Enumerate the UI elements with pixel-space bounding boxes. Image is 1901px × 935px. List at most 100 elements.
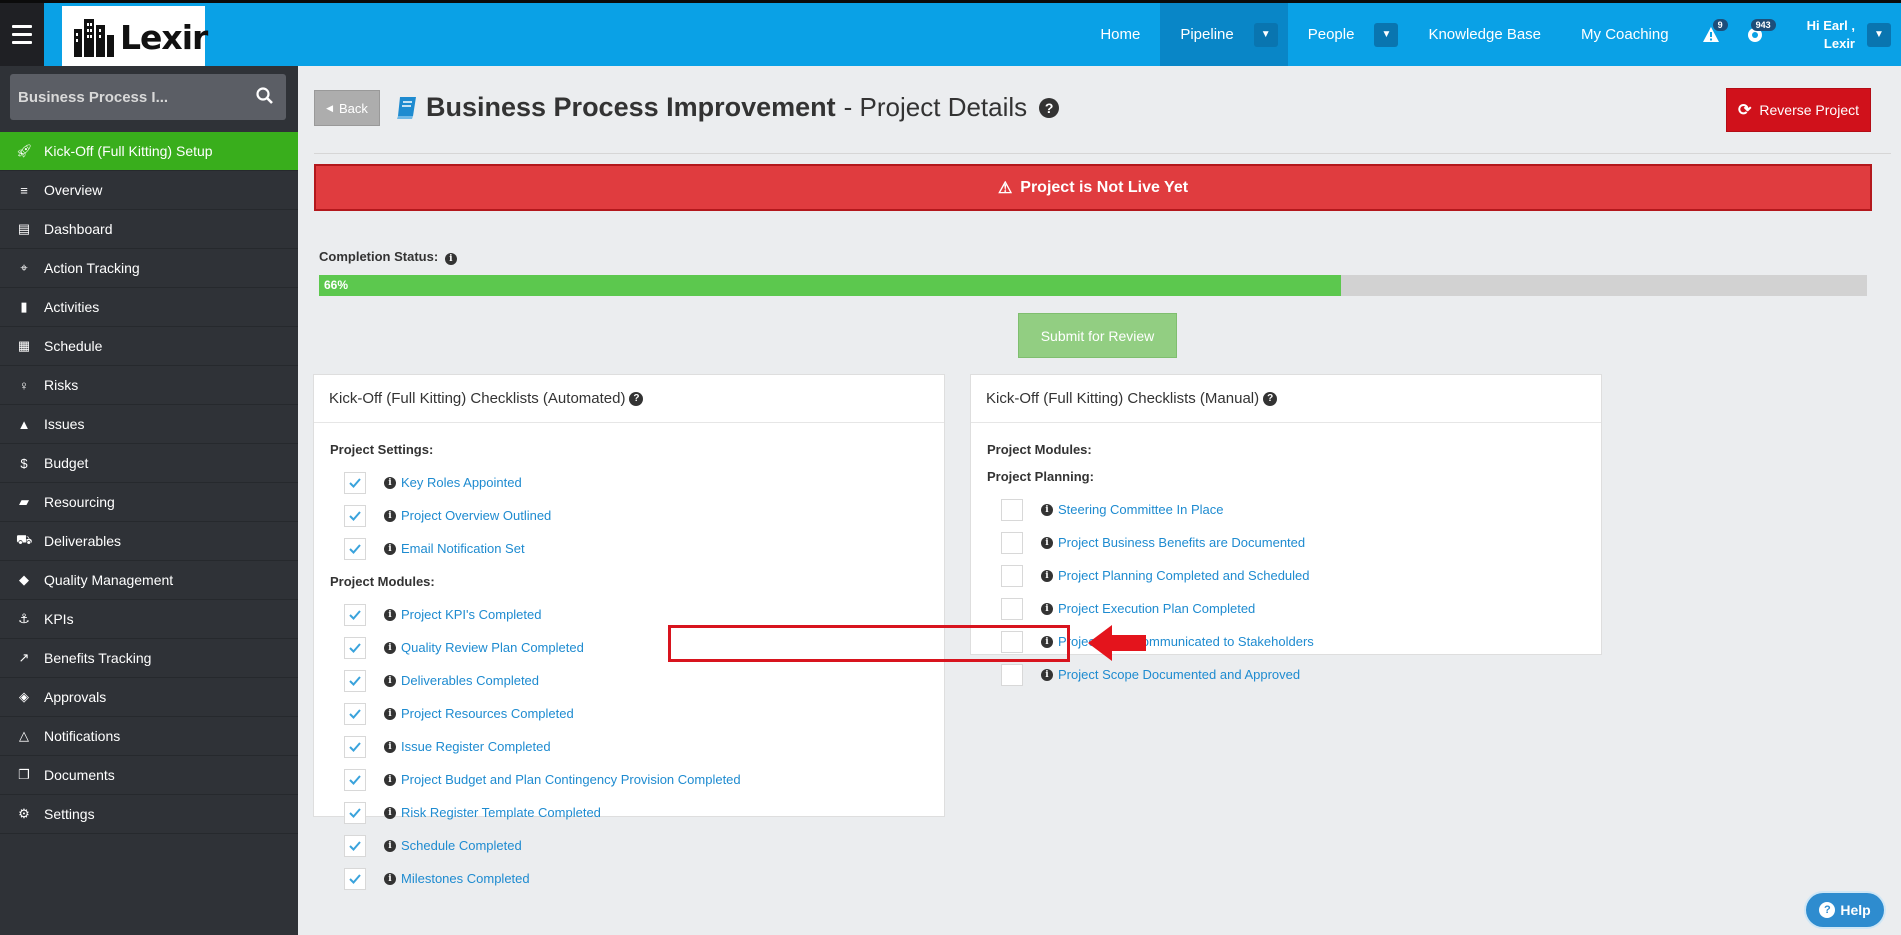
checklist-link[interactable]: i Milestones Completed (384, 871, 530, 886)
checklist-link[interactable]: i Project Business Benefits are Documente… (1041, 535, 1305, 550)
question-circle-icon[interactable]: ? (629, 391, 644, 406)
checklist-link[interactable]: i Project Budget and Plan Contingency Pro… (384, 772, 741, 787)
sidebar-item-documents[interactable]: ❐ Documents (0, 756, 298, 795)
reverse-project-button[interactable]: ⟳ Reverse Project (1726, 88, 1871, 132)
logo-text: Lexir (120, 17, 208, 57)
notifications-icon[interactable]: 943 (1733, 3, 1777, 66)
back-label: Back (339, 100, 368, 116)
chevron-down-icon[interactable]: ▼ (1374, 22, 1399, 47)
checklist-link[interactable]: i Risk Register Template Completed (384, 805, 601, 820)
sidebar-item-label: Dashboard (44, 221, 113, 237)
search-icon[interactable] (256, 87, 276, 107)
checklist-link[interactable]: i Steering Committee In Place (1041, 502, 1223, 517)
info-icon[interactable]: i (444, 253, 457, 265)
checklist-link[interactable]: i Key Roles Appointed (384, 475, 522, 490)
checklist-link[interactable]: i Quality Review Plan Completed (384, 640, 584, 655)
sidebar-item-action-tracking[interactable]: ⌖ Action Tracking (0, 249, 298, 288)
nav-home[interactable]: Home (1080, 3, 1160, 66)
checkbox-checked[interactable] (344, 834, 366, 857)
checklist-link[interactable]: i Email Notification Set (384, 541, 525, 556)
question-circle-icon[interactable]: ? (1039, 97, 1060, 118)
checklist-item: i Project Overview Outlined (330, 499, 944, 532)
checklist-link[interactable]: i Project Overview Outlined (384, 508, 551, 523)
truck-icon: ⛟ (16, 532, 33, 547)
checklist-link[interactable]: i Issue Register Completed (384, 739, 551, 754)
sidebar-item-dashboard[interactable]: ▤ Dashboard (0, 210, 298, 249)
sidebar-item-deliverables[interactable]: ⛟ Deliverables (0, 522, 298, 561)
sidebar-item-issues[interactable]: ▲ Issues (0, 405, 298, 444)
automated-checklist-panel: Kick-Off (Full Kitting) Checklists (Auto… (313, 374, 945, 890)
chevron-down-icon[interactable]: ▼ (1867, 22, 1891, 47)
sidebar-item-resourcing[interactable]: ▰ Resourcing (0, 483, 298, 522)
checkbox-checked[interactable] (344, 471, 366, 494)
main-content: ◀ Back Business Process Improvement - Pr… (298, 66, 1901, 935)
checkbox-checked[interactable] (344, 768, 366, 791)
checkbox-checked[interactable] (344, 867, 366, 890)
checkbox-unchecked[interactable] (1001, 531, 1023, 554)
checkbox-checked[interactable] (344, 636, 366, 659)
checkbox-unchecked[interactable] (1001, 564, 1023, 587)
checklist-link[interactable]: i Project Scope Documented and Approved (1041, 667, 1300, 682)
sidebar-item-kpis[interactable]: ⚓︎ KPIs (0, 600, 298, 639)
hamburger-menu-icon[interactable] (0, 3, 44, 66)
id-card-icon: ▤ (17, 221, 31, 236)
user-menu[interactable]: Hi Earl , Lexir (1777, 3, 1867, 66)
alerts-icon[interactable]: 9 (1689, 3, 1733, 66)
checklist-link[interactable]: i Project Planning Completed and Schedule… (1041, 568, 1310, 583)
sidebar-item-activities[interactable]: ▮ Activities (0, 288, 298, 327)
project-title: Business Process Improvement (426, 92, 836, 122)
nav-my-coaching[interactable]: My Coaching (1561, 3, 1689, 66)
sidebar-item-approvals[interactable]: ◈ Approvals (0, 678, 298, 717)
checkbox-checked[interactable] (344, 702, 366, 725)
sidebar-item-notifications[interactable]: △ Notifications (0, 717, 298, 756)
checkbox-checked[interactable] (344, 669, 366, 692)
settings-checklist: i Key Roles Appointed i Project Overview Ou… (330, 466, 944, 565)
search-input[interactable] (18, 88, 256, 106)
checklist-link[interactable]: i Project Resources Completed (384, 706, 574, 721)
nav-knowledge-base[interactable]: Knowledge Base (1408, 3, 1561, 66)
checklist-label: Project Planning Completed and Scheduled (1058, 568, 1310, 583)
checklist-link[interactable]: i Project Brief Communicated to Stakehold… (1041, 634, 1314, 649)
sidebar-item-risks[interactable]: ♀ Risks (0, 366, 298, 405)
sidebar-item-quality-management[interactable]: ◆ Quality Management (0, 561, 298, 600)
user-name: Lexir (1823, 35, 1855, 51)
checklist-link[interactable]: i Deliverables Completed (384, 673, 539, 688)
sidebar-item-settings[interactable]: ⚙ Settings (0, 795, 298, 834)
help-label: Help (1840, 902, 1871, 918)
nav-pipeline[interactable]: Pipeline ▼ (1160, 3, 1288, 66)
checkbox-checked[interactable] (344, 801, 366, 824)
chevron-down-icon[interactable]: ▼ (1253, 22, 1278, 47)
checkbox-checked[interactable] (344, 603, 366, 626)
checkbox-unchecked[interactable] (1001, 663, 1023, 686)
checkbox-checked[interactable] (344, 504, 366, 527)
sidebar-item-benefits-tracking[interactable]: ↗ Benefits Tracking (0, 639, 298, 678)
check-icon (349, 741, 361, 752)
sidebar-item-schedule[interactable]: ▦ Schedule (0, 327, 298, 366)
checklist-label: Milestones Completed (401, 871, 530, 886)
sidebar-item-budget[interactable]: $ Budget (0, 444, 298, 483)
nav-people[interactable]: People ▼ (1288, 3, 1409, 66)
ticket-icon: ◈ (19, 689, 29, 704)
cogs-icon: ⚙ (18, 806, 30, 821)
checkbox-unchecked[interactable] (1001, 498, 1023, 521)
checkbox-checked[interactable] (344, 735, 366, 758)
page-title: Business Process Improvement - Project D… (396, 92, 1060, 123)
sidebar-item-overview[interactable]: ≡ Overview (0, 171, 298, 210)
checkbox-unchecked[interactable] (1001, 597, 1023, 620)
section-project-settings: Project Settings: (330, 442, 434, 457)
help-button[interactable]: ? Help (1806, 893, 1884, 927)
logo[interactable]: Lexir (62, 6, 208, 68)
checkbox-checked[interactable] (344, 537, 366, 560)
sidebar-item-label: Benefits Tracking (44, 650, 152, 666)
panel-header: Kick-Off (Full Kitting) Checklists (Manu… (971, 375, 1601, 423)
book-icon (396, 96, 418, 120)
checklist-link[interactable]: i Project KPI's Completed (384, 607, 542, 622)
back-button[interactable]: ◀ Back (314, 90, 380, 126)
checklist-label: Project Resources Completed (401, 706, 574, 721)
checklist-link[interactable]: i Project Execution Plan Completed (1041, 601, 1255, 616)
question-circle-icon[interactable]: ? (1263, 391, 1278, 406)
submit-for-review-button[interactable]: Submit for Review (1018, 313, 1177, 358)
checklist-link[interactable]: i Schedule Completed (384, 838, 522, 853)
warning-icon: ⚠ (997, 179, 1013, 197)
sidebar-item-kickoff[interactable]: 🚀︎ Kick-Off (Full Kitting) Setup (0, 132, 298, 171)
